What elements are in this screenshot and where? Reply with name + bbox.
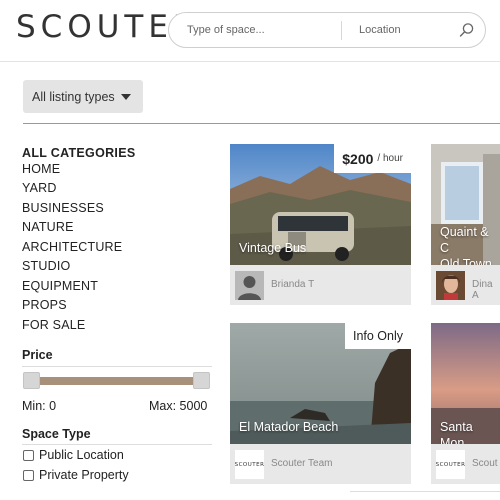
search-divider — [341, 21, 342, 40]
avatar[interactable] — [436, 271, 465, 300]
location-input[interactable] — [359, 13, 449, 47]
listing-card-vintage-bus[interactable]: $200 / hour Vintage Bus Brianda T — [230, 144, 411, 305]
caret-down-icon — [120, 93, 131, 100]
listing-card-el-matador-beach[interactable]: Info Only El Matador Beach SCOUTER Scout… — [230, 323, 411, 484]
categories-heading[interactable]: ALL CATEGORIES — [22, 140, 212, 160]
listing-card-quaint[interactable]: Quaint & C Old Town S Dina A — [431, 144, 500, 305]
listing-footer: SCOUTER Scouter Team — [230, 444, 411, 484]
space-type-input[interactable] — [187, 13, 337, 47]
price-max-label: Max: 5000 — [149, 399, 208, 413]
public-location-option[interactable]: Public Location — [22, 448, 124, 462]
divider — [22, 444, 212, 445]
category-list: ALL CATEGORIES HOME YARD BUSINESSES NATU… — [22, 140, 212, 335]
avatar[interactable] — [235, 271, 264, 300]
public-location-checkbox[interactable] — [23, 449, 34, 461]
listing-type-dropdown[interactable]: All listing types — [23, 80, 143, 113]
divider — [350, 491, 500, 492]
listing-price: $200 — [342, 150, 374, 167]
listing-title[interactable]: Vintage Bus — [239, 240, 306, 256]
public-location-label: Public Location — [39, 448, 124, 462]
category-studio[interactable]: STUDIO — [22, 257, 212, 277]
owner-name[interactable]: Brianda T — [271, 279, 314, 290]
listing-title-line-1: Quaint & C — [440, 225, 489, 255]
listing-footer: Dina A — [431, 265, 500, 305]
divider — [22, 366, 212, 367]
search-bar — [168, 12, 486, 48]
scouter-badge[interactable]: SCOUTER — [235, 450, 264, 479]
owner-name[interactable]: Scouter Team — [271, 458, 333, 469]
category-architecture[interactable]: ARCHITECTURE — [22, 238, 212, 258]
price-heading: Price — [22, 348, 53, 362]
category-props[interactable]: PROPS — [22, 296, 212, 316]
category-nature[interactable]: NATURE — [22, 218, 212, 238]
owner-name[interactable]: Scout — [472, 458, 498, 469]
category-businesses[interactable]: BUSINESSES — [22, 199, 212, 219]
price-slider-track[interactable] — [30, 377, 205, 385]
private-property-option[interactable]: Private Property — [22, 468, 129, 482]
scouter-badge[interactable]: SCOUTER — [436, 450, 465, 479]
header: SCOUTER — [0, 0, 500, 62]
listing-type-label: All listing types — [32, 89, 115, 104]
listing-footer: Brianda T — [230, 265, 411, 305]
category-home[interactable]: HOME — [22, 160, 212, 180]
price-unit: / hour — [377, 153, 403, 164]
category-yard[interactable]: YARD — [22, 179, 212, 199]
space-type-heading: Space Type — [22, 427, 91, 441]
listing-title[interactable]: El Matador Beach — [239, 419, 338, 435]
search-icon[interactable] — [459, 22, 475, 38]
listing-card-santa-mon[interactable]: Santa Mon SCOUTER Scout — [431, 323, 500, 484]
price-slider-max-handle[interactable] — [193, 372, 210, 389]
category-for-sale[interactable]: FOR SALE — [22, 316, 212, 336]
price-tag: $200 / hour — [334, 144, 411, 173]
private-property-checkbox[interactable] — [23, 469, 34, 481]
listing-footer: SCOUTER Scout — [431, 444, 500, 484]
info-only-tag: Info Only — [344, 323, 411, 349]
owner-name[interactable]: Dina A — [472, 279, 500, 301]
divider — [23, 123, 500, 124]
category-equipment[interactable]: EQUIPMENT — [22, 277, 212, 297]
price-slider-min-handle[interactable] — [23, 372, 40, 389]
price-min-label: Min: 0 — [22, 399, 57, 413]
private-property-label: Private Property — [39, 468, 129, 482]
